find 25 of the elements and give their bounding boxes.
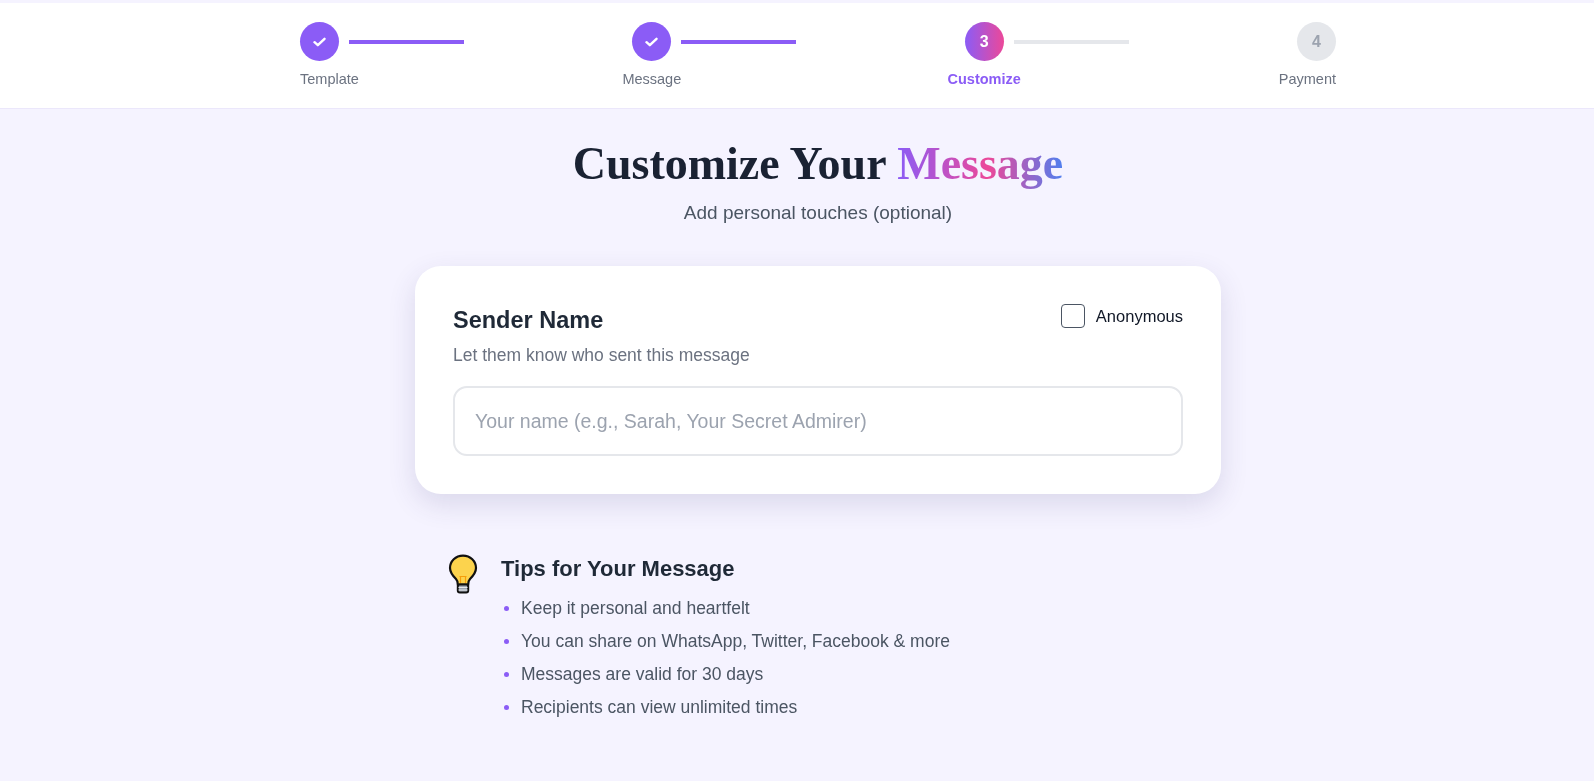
check-icon — [645, 36, 659, 47]
tip-text: Messages are valid for 30 days — [521, 663, 764, 686]
step-indicator: 4 — [1297, 22, 1336, 61]
tips-title: Tips for Your Message — [501, 556, 736, 582]
step-label: Message — [622, 71, 682, 88]
bullet-icon — [504, 638, 509, 644]
name-input[interactable]: Your name (e.g., Sarah, Your Secret Admirer) — [453, 386, 1183, 456]
lightbulb-icon — [448, 554, 478, 595]
bullet-icon — [504, 605, 509, 611]
section-description: Let them know who sent this message — [453, 344, 750, 366]
page-title: Customize Your Message — [572, 137, 1064, 191]
anonymous-checkbox[interactable] — [1060, 304, 1085, 328]
bullet-icon — [504, 671, 509, 677]
tip-text: Recipients can view unlimited times — [521, 696, 798, 719]
step-label: Template — [300, 71, 359, 88]
tip-text: Keep it personal and heartfelt — [521, 597, 750, 620]
tip-text: You can share on WhatsApp, Twitter, Facebook & more — [521, 630, 950, 653]
section-title: Sender Name — [453, 306, 605, 334]
bullet-icon — [504, 704, 509, 710]
page-subtitle: Add personal touches (optional) — [683, 201, 953, 225]
step-label: Payment — [1278, 71, 1336, 88]
step-label: Customize — [947, 71, 1021, 88]
check-icon — [313, 36, 326, 47]
checkbox-label: Anonymous — [1095, 306, 1183, 327]
step-indicator: 3 — [964, 22, 1004, 61]
